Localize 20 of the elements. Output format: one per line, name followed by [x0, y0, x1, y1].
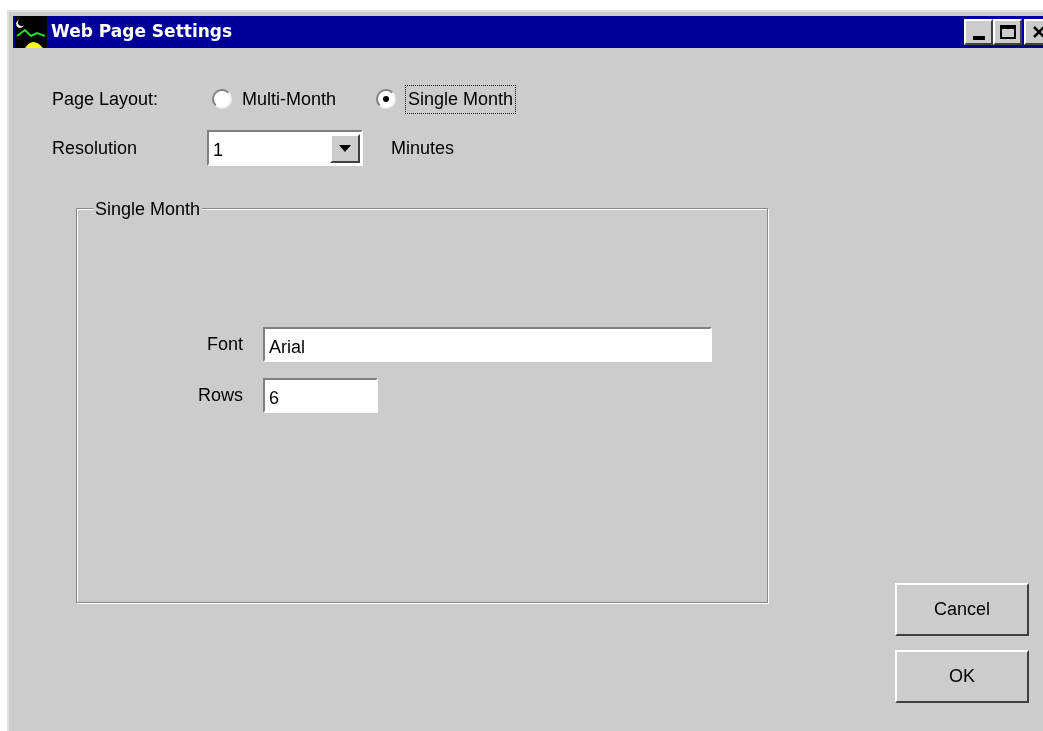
layout-radio[interactable]: Single Month [376, 85, 516, 113]
dialog-button[interactable]: OK [895, 650, 1029, 703]
dialog-button[interactable]: Cancel [895, 583, 1029, 636]
field-label: Font [205, 333, 243, 356]
window-title: Web Page Settings [51, 20, 233, 44]
close-icon [1031, 25, 1043, 39]
resolution-dropdown[interactable]: 1 [207, 130, 363, 166]
unit-label: Minutes [391, 136, 455, 160]
app-icon [15, 16, 47, 48]
minimize-icon [972, 36, 985, 40]
layout-radio[interactable]: Multi-Month [212, 85, 337, 113]
text-field[interactable]: 6 [263, 378, 378, 413]
page-layout-label: Page Layout: [52, 87, 160, 111]
resolution-label: Resolution [52, 136, 139, 160]
maximize-icon [999, 25, 1016, 39]
dropdown-arrow-icon [339, 144, 351, 152]
text-field[interactable]: Arial [263, 327, 712, 362]
maximize-button[interactable] [993, 19, 1022, 45]
minimize-button[interactable] [964, 19, 993, 45]
field-label: Rows [197, 384, 243, 407]
